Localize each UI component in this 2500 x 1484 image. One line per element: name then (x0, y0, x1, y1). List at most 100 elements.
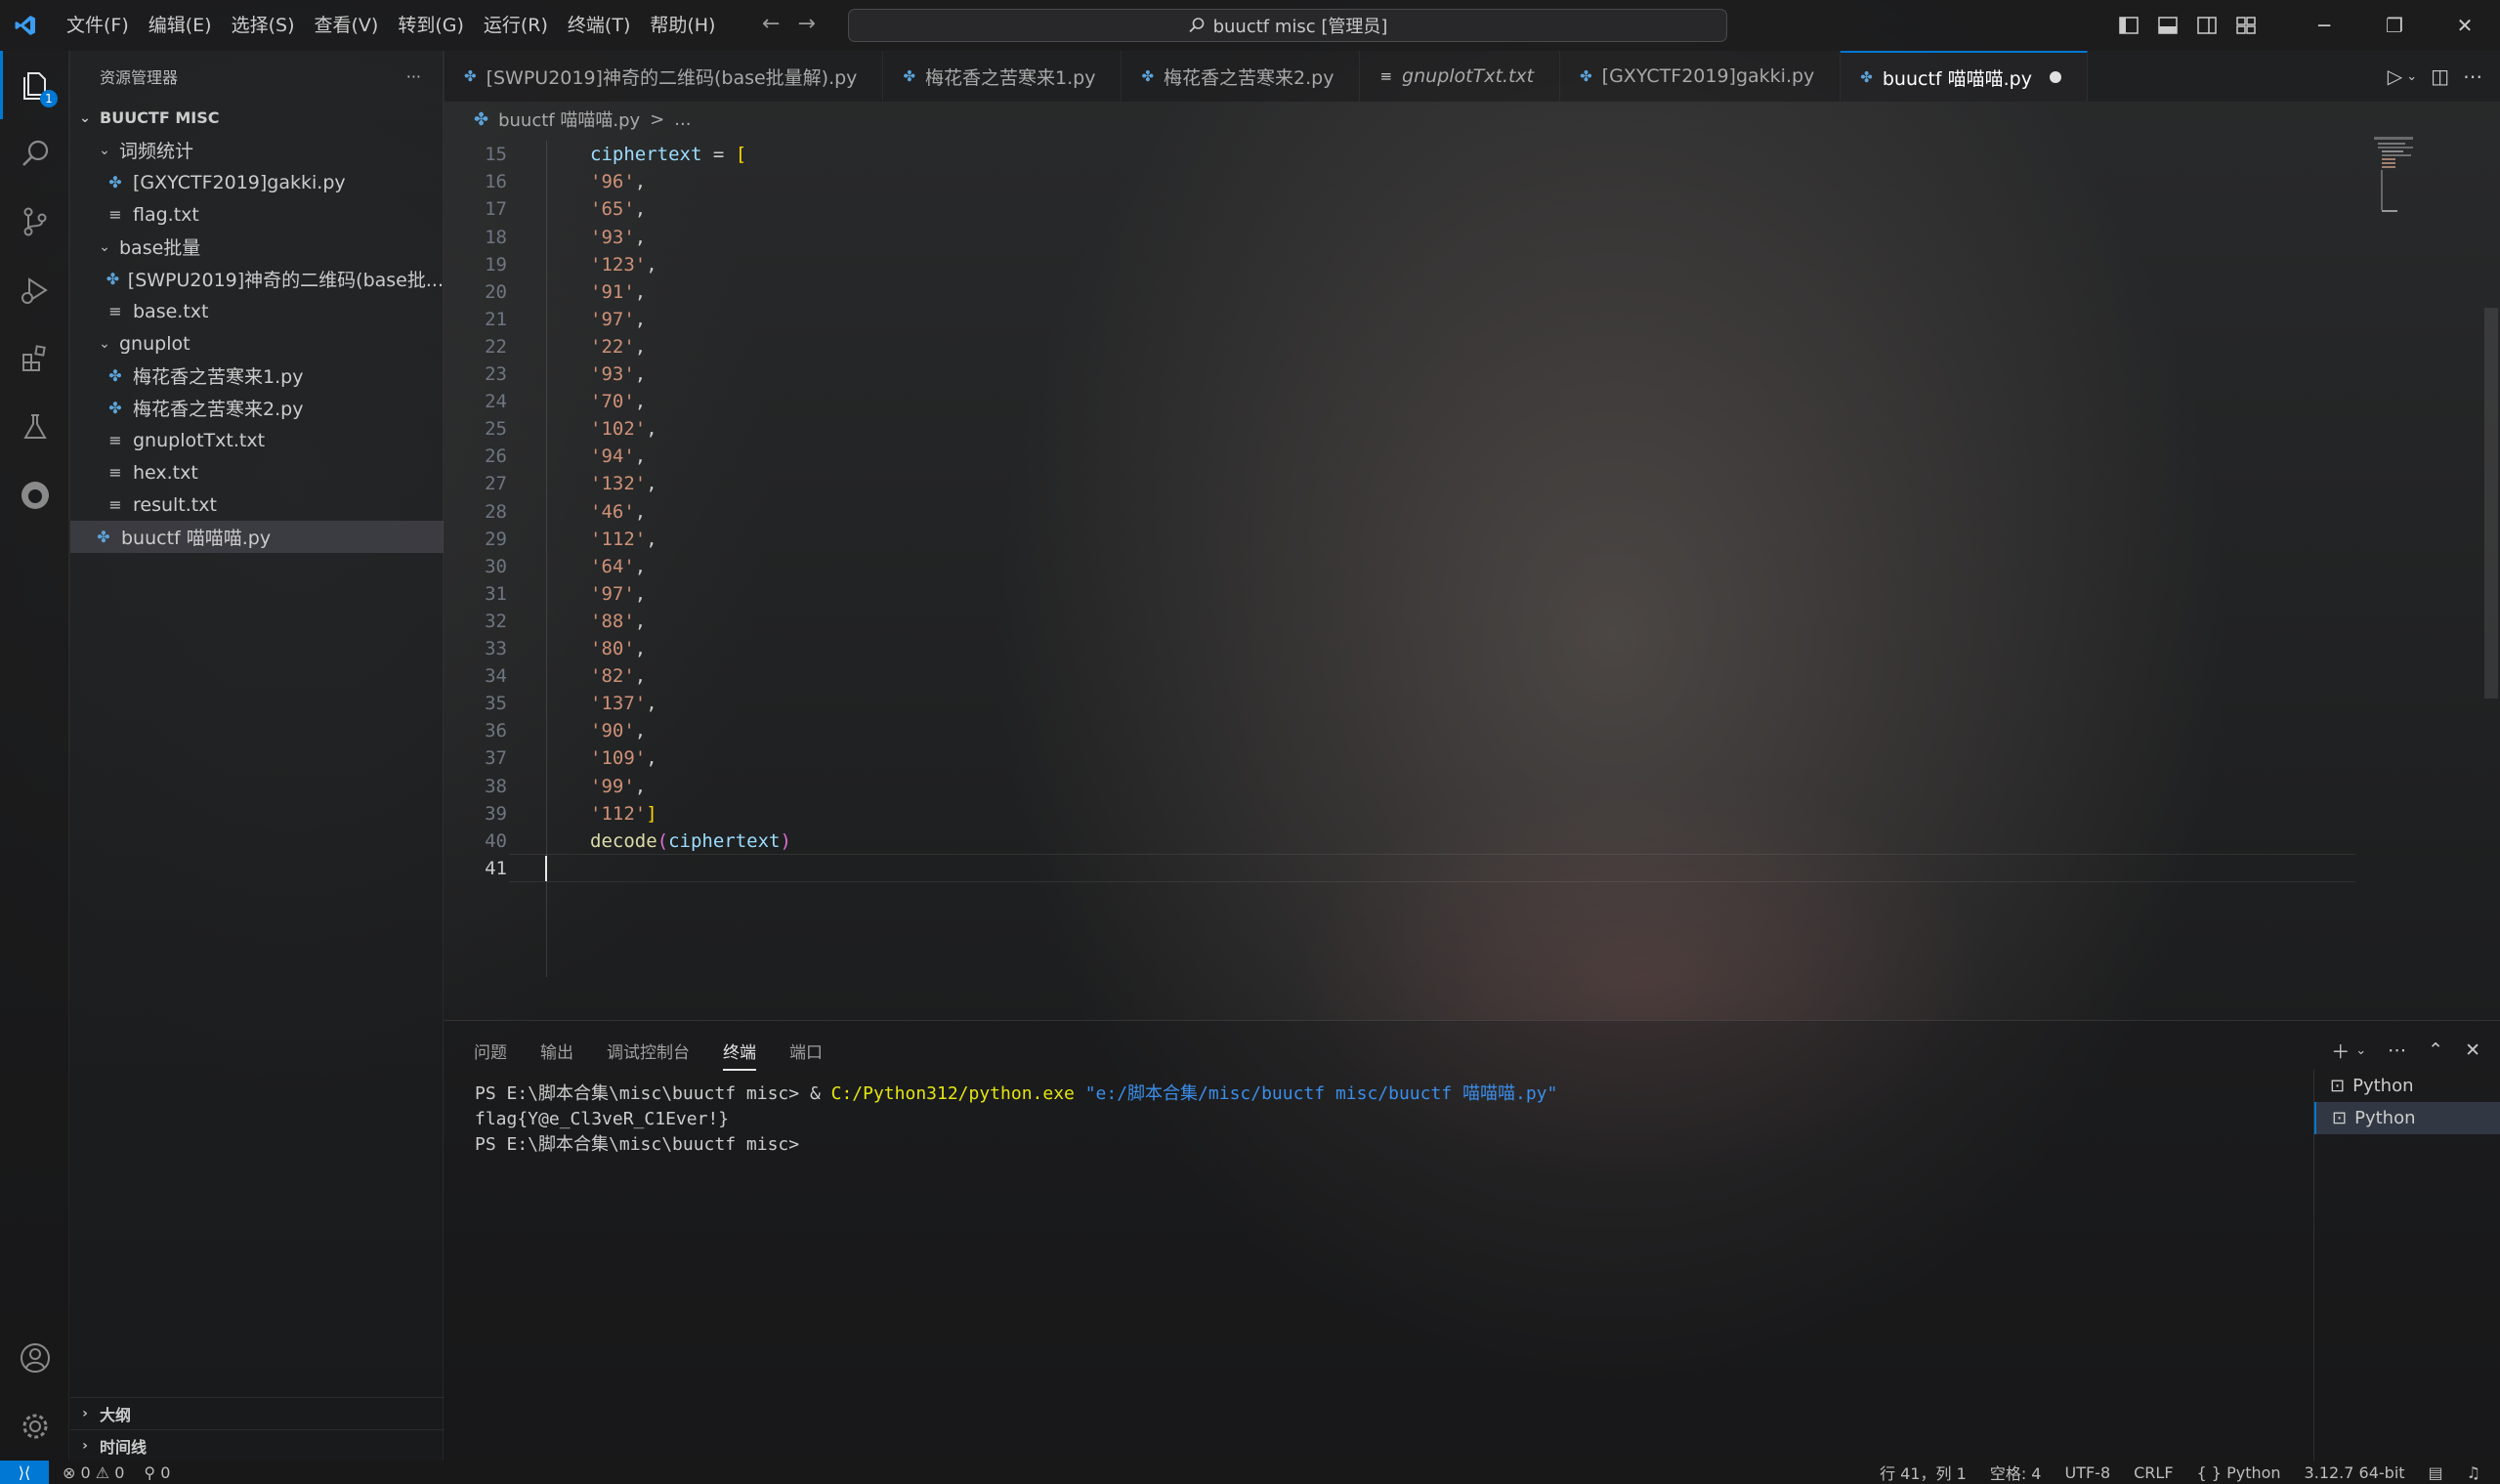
command-center-search[interactable]: buuctf misc [管理员] (848, 9, 1727, 42)
language-mode[interactable]: { } Python (2197, 1463, 2281, 1482)
code-line: 40 decode(ciphertext) (445, 827, 2398, 856)
tab-problems[interactable]: 问题 (474, 1039, 507, 1063)
minimize-icon[interactable]: ─ (2289, 0, 2359, 51)
explorer-activity-icon[interactable]: 1 (0, 51, 69, 119)
tab-debug-console[interactable]: 调试控制台 (607, 1039, 690, 1063)
settings-gear-icon[interactable] (0, 1392, 69, 1461)
vertical-scrollbar[interactable] (2484, 308, 2498, 699)
folder-gnuplot[interactable]: ⌄ gnuplot (70, 327, 444, 360)
vscode-logo-icon (0, 0, 51, 51)
folder-word-frequency[interactable]: ⌄ 词频统计 (70, 134, 444, 166)
file-flag-txt[interactable]: ≡ flag.txt (70, 198, 444, 231)
terminal-instance[interactable]: ⊡ Python (2314, 1102, 2500, 1134)
timeline-section[interactable]: › 时间线 (70, 1429, 444, 1462)
menu-edit[interactable]: 编辑(E) (139, 0, 222, 51)
status-right: 行 41，列 1 空格: 4 UTF-8 CRLF { } Python 3.1… (1880, 1461, 2480, 1484)
outline-section[interactable]: › 大纲 (70, 1397, 444, 1429)
breadcrumb-file[interactable]: buuctf 喵喵喵.py (498, 106, 640, 132)
menu-file[interactable]: 文件(F) (57, 0, 139, 51)
string-literal: '80' (590, 638, 635, 660)
chevron-down-icon[interactable]: ⌄ (2355, 1043, 2366, 1058)
file-swpu-qrcode-py[interactable]: ✤ [SWPU2019]神奇的二维码(base批... (70, 263, 444, 295)
terminal-instance[interactable]: ⊡ Python (2314, 1070, 2500, 1102)
restore-icon[interactable]: ❐ (2359, 0, 2430, 51)
run-debug-activity-icon[interactable] (0, 256, 69, 324)
minimap[interactable] (2374, 137, 2481, 244)
notifications-bell-icon[interactable]: ♫ (2467, 1463, 2480, 1482)
testing-activity-icon[interactable] (0, 393, 69, 461)
tab-miaomiaomiao[interactable]: ✤ buuctf 喵喵喵.py (1841, 51, 2088, 102)
line-number: 25 (485, 418, 507, 441)
error-icon: ⊗ (63, 1463, 76, 1482)
indentation[interactable]: 空格: 4 (1990, 1461, 2042, 1484)
menu-help[interactable]: 帮助(H) (640, 0, 725, 51)
tree-item-label: [GXYCTF2019]gakki.py (133, 171, 346, 193)
remote-explorer-activity-icon[interactable] (0, 461, 69, 530)
run-python-icon[interactable]: ▷ (2388, 64, 2402, 88)
more-actions-icon[interactable]: ··· (406, 67, 421, 86)
chevron-down-icon[interactable]: ⌄ (2406, 69, 2417, 84)
folder-base-batch[interactable]: ⌄ base批量 (70, 231, 444, 263)
file-hex-txt[interactable]: ≡ hex.txt (70, 456, 444, 488)
tab-output[interactable]: 输出 (540, 1039, 573, 1063)
breadcrumb-more[interactable]: ... (674, 109, 691, 130)
function-name: decode (590, 829, 657, 852)
file-miaomiaomiao-py[interactable]: ✤ buuctf 喵喵喵.py (70, 521, 444, 553)
encoding[interactable]: UTF-8 (2064, 1463, 2110, 1482)
line-ending[interactable]: CRLF (2134, 1463, 2173, 1482)
file-result-txt[interactable]: ≡ result.txt (70, 488, 444, 521)
new-terminal-icon[interactable]: ＋ (2331, 1038, 2350, 1064)
file-meihua1-py[interactable]: ✤ 梅花香之苦寒来1.py (70, 360, 444, 392)
source-control-activity-icon[interactable] (0, 188, 69, 256)
python-file-icon: ✤ (474, 108, 489, 130)
close-window-icon[interactable]: ✕ (2430, 0, 2500, 51)
file-base-txt[interactable]: ≡ base.txt (70, 295, 444, 327)
menu-view[interactable]: 查看(V) (305, 0, 389, 51)
close-panel-icon[interactable]: ✕ (2465, 1039, 2480, 1061)
more-actions-icon[interactable]: ⋯ (2463, 64, 2482, 88)
menu-selection[interactable]: 选择(S) (222, 0, 305, 51)
feedback-icon[interactable]: ▤ (2429, 1463, 2443, 1482)
terminal-prompt: PS E:\脚本合集\misc\buuctf misc> (475, 1083, 810, 1104)
python-interpreter[interactable]: 3.12.7 64-bit (2305, 1463, 2405, 1482)
tab-terminal[interactable]: 终端 (723, 1039, 756, 1071)
accounts-activity-icon[interactable] (0, 1324, 69, 1392)
file-meihua2-py[interactable]: ✤ 梅花香之苦寒来2.py (70, 392, 444, 424)
toggle-secondary-sidebar-icon[interactable] (2187, 0, 2226, 51)
workspace-root[interactable]: ⌄ BUUCTF MISC (70, 102, 444, 134)
split-editor-icon[interactable]: ◫ (2431, 64, 2449, 88)
remote-indicator-icon[interactable]: ⟩⟨ (0, 1461, 49, 1484)
tab-gnuplottxt[interactable]: ≡ gnuplotTxt.txt (1360, 51, 1561, 102)
comma: , (634, 335, 647, 358)
search-activity-icon[interactable] (0, 119, 69, 188)
tab-meihua1[interactable]: ✤ 梅花香之苦寒来1.py (883, 51, 1123, 102)
terminal-output[interactable]: PS E:\脚本合集\misc\buuctf misc> & C:/Python… (475, 1081, 1557, 1158)
extensions-activity-icon[interactable] (0, 324, 69, 393)
more-actions-icon[interactable]: ⋯ (2388, 1039, 2406, 1061)
maximize-panel-icon[interactable]: ⌃ (2428, 1039, 2443, 1061)
toggle-panel-icon[interactable] (2148, 0, 2187, 51)
tab-swpu-qrcode[interactable]: ✤ [SWPU2019]神奇的二维码(base批量解).py (445, 51, 884, 102)
problems-status[interactable]: ⊗ 0 ⚠ 0 (63, 1463, 124, 1482)
activity-bar: 1 (0, 51, 69, 1461)
menu-go[interactable]: 转到(G) (388, 0, 474, 51)
unsaved-dot-icon[interactable] (2050, 71, 2061, 83)
tab-meihua2[interactable]: ✤ 梅花香之苦寒来2.py (1122, 51, 1361, 102)
toggle-primary-sidebar-icon[interactable] (2109, 0, 2148, 51)
python-file-icon: ✤ (903, 67, 916, 85)
code-editor[interactable]: 15 ciphertext = [16'96', 17'65', 18'93', 19 '… (445, 137, 2500, 1018)
menu-run[interactable]: 运行(R) (474, 0, 558, 51)
panel-tabs: 问题 输出 调试控制台 终端 端口 (474, 1021, 823, 1080)
file-gnuplottxt-txt[interactable]: ≡ gnuplotTxt.txt (70, 424, 444, 456)
code-text: '132', (590, 473, 657, 494)
tab-gakki[interactable]: ✤ [GXYCTF2019]gakki.py (1560, 51, 1842, 102)
menu-terminal[interactable]: 终端(T) (558, 0, 640, 51)
cursor-position[interactable]: 行 41，列 1 (1880, 1461, 1967, 1484)
file-gakki-py[interactable]: ✤ [GXYCTF2019]gakki.py (70, 166, 444, 198)
tab-ports[interactable]: 端口 (789, 1039, 823, 1063)
ports-status[interactable]: ⚲ 0 (144, 1463, 170, 1482)
forward-arrow-icon[interactable]: → (797, 12, 815, 36)
customize-layout-icon[interactable] (2226, 0, 2266, 51)
back-arrow-icon[interactable]: ← (762, 12, 780, 36)
string-literal: '109' (590, 747, 647, 770)
